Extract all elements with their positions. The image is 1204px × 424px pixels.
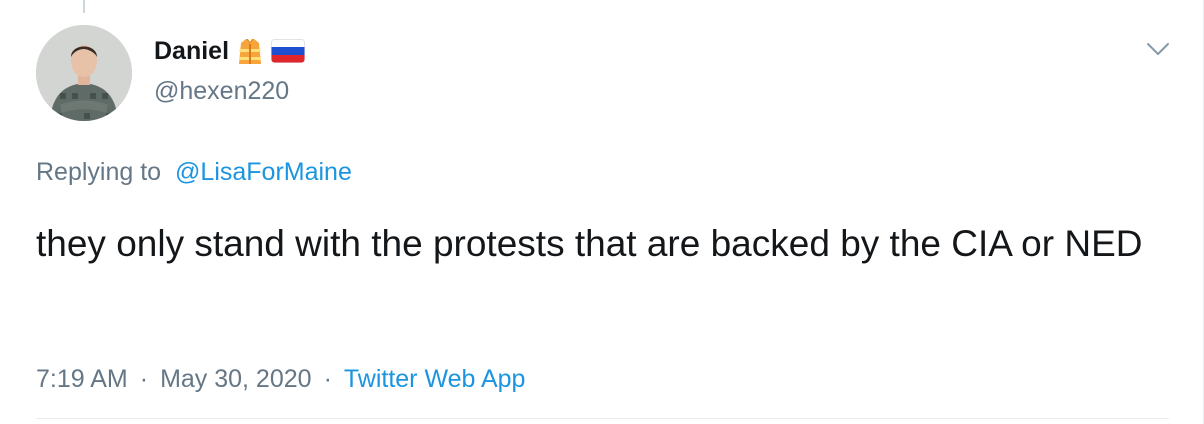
replying-to-line: Replying to @LisaForMaine xyxy=(36,156,352,188)
avatar[interactable] xyxy=(36,25,132,121)
chevron-down-icon[interactable] xyxy=(1146,40,1170,58)
tweet-time-link[interactable]: 7:19 AM xyxy=(36,362,128,396)
divider xyxy=(36,418,1169,419)
russia-flag-emoji-icon xyxy=(271,39,306,63)
author-name-row[interactable]: Daniel xyxy=(154,36,306,66)
thread-connector-line xyxy=(83,0,85,13)
tweet-metadata: 7:19 AM · May 30, 2020 · Twitter Web App xyxy=(36,362,525,396)
author-display-name[interactable]: Daniel xyxy=(154,36,229,66)
meta-separator: · xyxy=(139,365,149,393)
replying-to-label: Replying to xyxy=(36,158,162,186)
reply-to-mention-link[interactable]: @LisaForMaine xyxy=(175,158,352,186)
tweet-source-link[interactable]: Twitter Web App xyxy=(344,362,526,396)
meta-separator: · xyxy=(323,365,332,393)
tweet-text: they only stand with the protests that a… xyxy=(36,223,1143,264)
safety-vest-emoji-icon xyxy=(237,37,263,65)
tweet-card[interactable]: Daniel @hexen220 Replying to @LisaForMai… xyxy=(0,0,1204,424)
author-handle[interactable]: @hexen220 xyxy=(154,76,289,106)
tweet-date-link[interactable]: May 30, 2020 xyxy=(160,362,312,396)
